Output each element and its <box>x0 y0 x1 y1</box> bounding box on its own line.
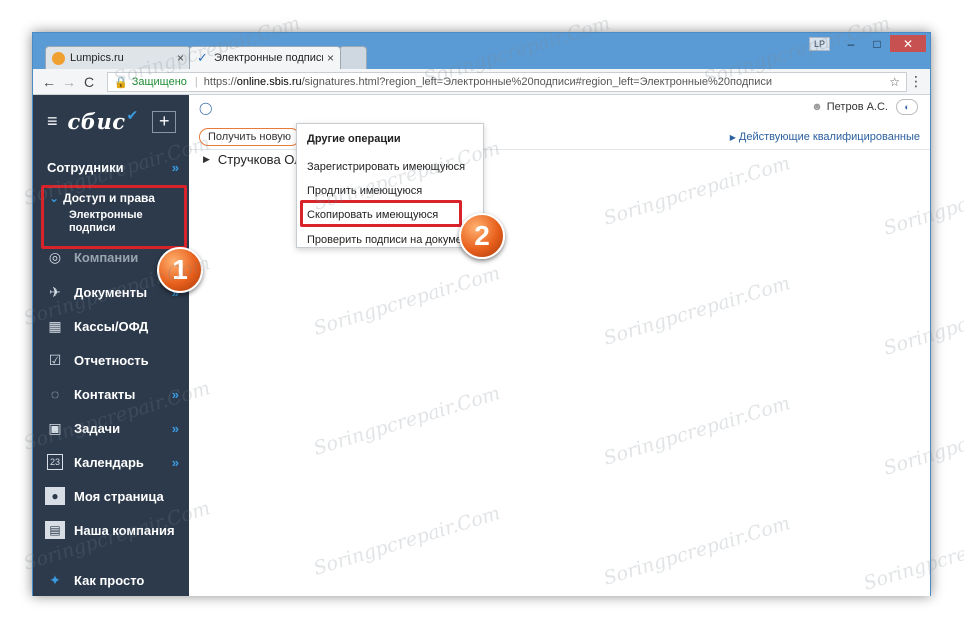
menu-header: Другие операции <box>307 133 401 145</box>
sidebar-item-tasks[interactable]: ▣ Задачи » <box>33 413 189 443</box>
sidebar-item-label: Документы <box>74 284 148 300</box>
sidebar-item-our-company[interactable]: ▤ Наша компания <box>33 515 189 545</box>
browser-menu-icon[interactable]: ⋮ <box>906 73 926 90</box>
calendar-icon: 23 <box>47 454 63 470</box>
tab-lumpics[interactable]: Lumpics.ru × <box>45 46 191 69</box>
comment-bubble-icon[interactable]: ◯ <box>199 101 212 115</box>
expand-arrow-icon[interactable]: » <box>172 160 179 175</box>
back-button[interactable]: ← <box>39 74 59 90</box>
user-menu[interactable]: ☻ Петров А.С. ◐ <box>811 99 918 115</box>
sidebar-item-label: Отчетность <box>74 352 149 368</box>
lumpics-favicon-icon <box>52 51 65 65</box>
address-bar[interactable]: 🔒 Защищено | https://online.sbis.ru/sign… <box>107 72 907 92</box>
sidebar-item-label: Контакты <box>74 386 136 402</box>
sidebar-item-how-simple[interactable]: ✦ Как просто <box>33 565 189 595</box>
sidebar-item-cash-registers[interactable]: ▦ Кассы/ОФД <box>33 311 189 341</box>
expand-triangle-icon[interactable]: ▶ <box>203 154 210 165</box>
address-separator: | <box>194 76 198 88</box>
triangle-right-icon: ▶ <box>729 133 736 142</box>
sidebar: ≡ сбис ✔ + Сотрудники » ⌄ Доступ и права … <box>33 95 189 596</box>
sidebar-item-label: Моя страница <box>74 488 164 504</box>
highlight-frame <box>300 200 462 227</box>
url-host: online.sbis.ru <box>236 76 302 88</box>
sidebar-item-label: Компании <box>74 249 139 265</box>
menu-item-verify[interactable]: Проверить подписи на документе <box>307 234 479 246</box>
url-text: https://online.sbis.ru/signatures.html?r… <box>204 76 883 88</box>
profile-badge[interactable]: LP <box>808 36 830 51</box>
other-operations-menu: Другие операции Зарегистрировать имеющую… <box>296 123 484 248</box>
paper-plane-icon: ✈ <box>49 283 61 300</box>
logo-checkmark-icon: ✔ <box>126 107 139 123</box>
user-avatar-icon: ● <box>45 487 65 505</box>
sbis-favicon-icon: ✓ <box>197 50 208 65</box>
step-badge-1: 1 <box>157 247 203 293</box>
tab-title: Lumpics.ru <box>70 52 124 64</box>
report-check-icon: ☑ <box>48 351 62 368</box>
browser-window: Lumpics.ru × ✓ Электронные подписи/С × L… <box>32 32 931 596</box>
new-tab-button[interactable] <box>339 46 367 69</box>
sbis-logo[interactable]: сбис <box>68 109 126 134</box>
page: ≡ сбис ✔ + Сотрудники » ⌄ Доступ и права … <box>33 95 930 596</box>
brand: ≡ сбис ✔ + <box>47 107 177 134</box>
step-badge-2: 2 <box>459 213 505 259</box>
lock-icon: 🔒 <box>114 76 128 89</box>
maximize-button[interactable]: □ <box>864 35 890 52</box>
user-name: Петров А.С. <box>826 101 888 113</box>
window-controls: LP – □ ✕ <box>808 35 926 52</box>
sidebar-item-calendar[interactable]: 23 Календарь » <box>33 447 189 477</box>
sidebar-item-reports[interactable]: ☑ Отчетность <box>33 345 189 375</box>
url-path: /signatures.html?region_left=Электронные… <box>301 76 773 88</box>
sidebar-item-label: Задачи <box>74 420 121 436</box>
task-bag-icon: ▣ <box>48 419 62 436</box>
tab-title: Электронные подписи/С <box>214 52 323 64</box>
sidebar-item-label: Наша компания <box>74 522 175 538</box>
title-bar: Lumpics.ru × ✓ Электронные подписи/С × L… <box>33 33 930 69</box>
secure-label: Защищено <box>131 76 187 88</box>
sidebar-item-label: Кассы/ОФД <box>74 318 149 334</box>
sidebar-item-label: Доступ и права <box>63 191 155 205</box>
sidebar-item-label: Календарь <box>74 454 144 470</box>
chat-icon: ◌ <box>50 386 60 402</box>
sidebar-item-contacts[interactable]: ◌ Контакты » <box>33 379 189 409</box>
sidebar-item-employees[interactable]: Сотрудники » <box>33 152 189 182</box>
bookmark-star-icon[interactable]: ☆ <box>889 75 900 89</box>
get-new-button[interactable]: Получить новую <box>199 128 300 146</box>
cash-register-icon: ▦ <box>48 317 62 334</box>
sidebar-item-access-rights[interactable]: ⌄ Доступ и права <box>49 191 155 205</box>
expand-arrow-icon[interactable]: » <box>172 421 179 436</box>
building-icon: ▤ <box>45 521 65 539</box>
companies-icon: ◎ <box>48 248 62 265</box>
list-item[interactable]: ▶ Стручкова Оль <box>203 152 309 167</box>
tab-close-icon[interactable]: × <box>327 51 334 65</box>
sidebar-item-electronic-signatures[interactable]: Электронные подписи <box>69 209 159 235</box>
reload-button[interactable]: C <box>79 74 99 90</box>
add-button[interactable]: + <box>152 110 177 133</box>
filter-label: Действующие квалифицированные <box>738 131 920 143</box>
hamburger-menu-icon[interactable]: ≡ <box>47 111 58 132</box>
bird-icon: ✦ <box>49 571 61 588</box>
url-prefix: https:// <box>203 76 237 88</box>
sidebar-item-label: Как просто <box>74 572 145 588</box>
tab-signatures[interactable]: ✓ Электронные подписи/С × <box>189 46 341 69</box>
chevron-down-icon: ⌄ <box>49 191 60 205</box>
expand-arrow-icon[interactable]: » <box>172 387 179 402</box>
user-icon: ☻ <box>811 101 823 113</box>
sidebar-item-my-page[interactable]: ● Моя страница <box>33 481 189 511</box>
menu-item-renew[interactable]: Продлить имеющуюся <box>307 185 422 197</box>
minimize-button[interactable]: – <box>838 35 864 52</box>
toggle-icon[interactable]: ◐ <box>896 99 918 115</box>
forward-button[interactable]: → <box>59 74 79 90</box>
close-button[interactable]: ✕ <box>890 35 926 52</box>
screen: Lumpics.ru × ✓ Электронные подписи/С × L… <box>0 0 964 630</box>
valid-qualified-filter[interactable]: ▶ Действующие квалифицированные <box>730 131 920 143</box>
menu-item-register[interactable]: Зарегистрировать имеющуюся <box>307 161 465 173</box>
sidebar-item-label: Сотрудники <box>47 159 124 175</box>
expand-arrow-icon[interactable]: » <box>172 455 179 470</box>
tab-close-icon[interactable]: × <box>177 51 184 65</box>
main-content: ◯ ☻ Петров А.С. ◐ Получить новую ▶ Действ… <box>189 95 930 596</box>
browser-toolbar: ← → C 🔒 Защищено | https://online.sbis.r… <box>33 69 930 95</box>
